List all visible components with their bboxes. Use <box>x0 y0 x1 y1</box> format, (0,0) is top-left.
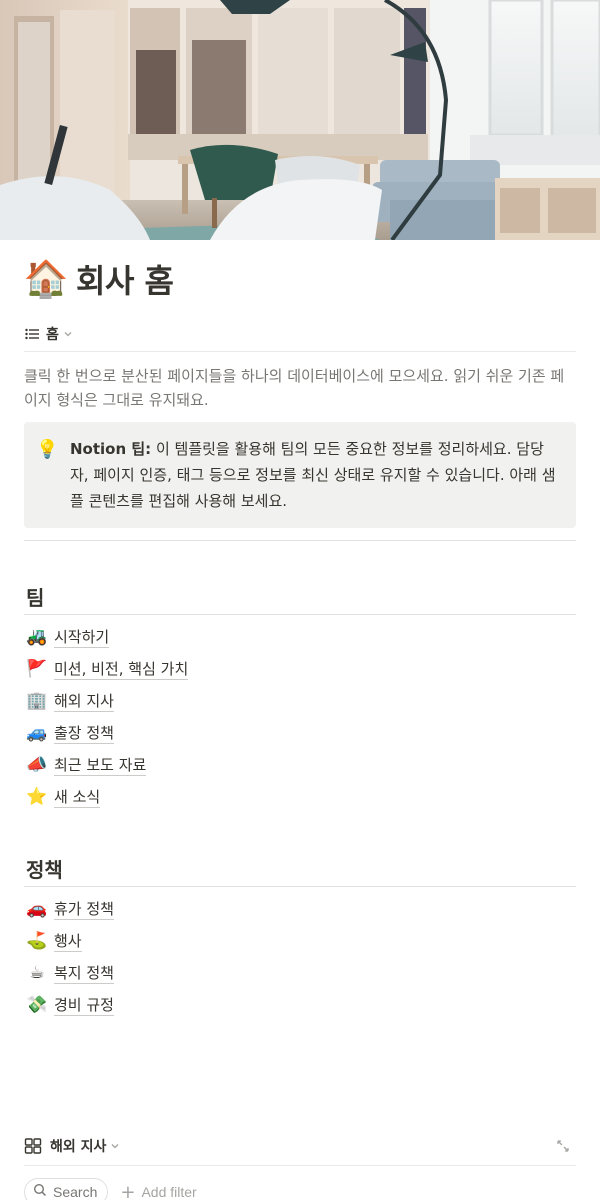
page-link-label[interactable]: 해외 지사 <box>54 691 114 712</box>
section-heading-team: 팀 <box>24 581 576 615</box>
page-title-row: 🏠 회사 홈 <box>24 256 576 302</box>
chevron-down-icon[interactable] <box>110 1141 120 1151</box>
chevron-down-icon[interactable] <box>63 329 73 339</box>
add-filter-button[interactable]: + Add filter <box>120 1182 196 1200</box>
tip-callout: 💡 Notion 팁: 이 템플릿을 활용해 팀의 모든 중요한 정보를 정리하… <box>24 422 576 528</box>
page-link-offices[interactable]: 🏢 해외 지사 <box>24 685 576 717</box>
divider <box>24 540 576 541</box>
page-link-label[interactable]: 시작하기 <box>54 627 110 648</box>
page-link-label[interactable]: 새 소식 <box>54 787 101 808</box>
expand-icon[interactable] <box>556 1139 570 1153</box>
page-title[interactable]: 회사 홈 <box>76 256 174 302</box>
page-link-label[interactable]: 최근 보도 자료 <box>54 755 147 776</box>
page-icon[interactable]: 🏠 <box>24 257 69 301</box>
search-icon <box>33 1183 47 1200</box>
page-link-label[interactable]: 미션, 비전, 핵심 가치 <box>54 659 189 680</box>
page-link-label[interactable]: 행사 <box>54 931 82 952</box>
view-tab-label[interactable]: 홈 <box>46 324 59 344</box>
page-link-news[interactable]: ⭐ 새 소식 <box>24 781 576 813</box>
add-filter-label: Add filter <box>141 1184 197 1200</box>
cover-image[interactable] <box>0 0 600 240</box>
database-view-label[interactable]: 해외 지사 <box>50 1136 106 1156</box>
page-description: 클릭 한 번으로 분산된 페이지들을 하나의 데이터베이스에 모으세요. 읽기 … <box>24 367 565 409</box>
page-link-getting-started[interactable]: 🚜 시작하기 <box>24 621 576 653</box>
gallery-grid-icon <box>24 1137 42 1155</box>
office-building-icon: 🏢 <box>26 691 48 710</box>
page-link-label[interactable]: 휴가 정책 <box>54 899 114 920</box>
page-link-travel-policy[interactable]: 🚙 출장 정책 <box>24 717 576 749</box>
database-toolbar: Search + Add filter <box>24 1177 576 1200</box>
page-body: 🏠 회사 홈 홈 클릭 한 번으로 분산된 페이지들을 하나의 데이터베이스에 … <box>24 240 576 1021</box>
search-button[interactable]: Search <box>24 1178 109 1200</box>
page-link-label[interactable]: 경비 규정 <box>54 995 114 1016</box>
page-link-label[interactable]: 출장 정책 <box>54 723 114 744</box>
search-label: Search <box>53 1184 98 1200</box>
page-link-events[interactable]: ⛳ 행사 <box>24 925 576 957</box>
car-icon: 🚗 <box>26 899 48 918</box>
view-tab-bar: 홈 <box>24 316 576 352</box>
callout-bold-label: Notion 팁: <box>70 440 152 458</box>
page-link-benefits[interactable]: ☕ 복지 정책 <box>24 957 576 989</box>
coffee-icon: ☕ <box>29 963 45 982</box>
page-link-label[interactable]: 복지 정책 <box>54 963 114 984</box>
database-view-header: 해외 지사 <box>24 1126 576 1166</box>
page-link-press[interactable]: 📣 최근 보도 자료 <box>24 749 576 781</box>
page-link-vacation[interactable]: 🚗 휴가 정책 <box>24 893 576 925</box>
policy-link-list: 🚗 휴가 정책 ⛳ 행사 ☕ 복지 정책 💸 경비 규정 <box>24 893 576 1021</box>
section-heading-policy: 정책 <box>24 853 576 887</box>
megaphone-icon: 📣 <box>26 755 48 774</box>
page-link-expenses[interactable]: 💸 경비 규정 <box>24 989 576 1021</box>
suv-icon: 🚙 <box>26 723 48 742</box>
office-interior-photo <box>0 0 600 240</box>
money-wings-icon: 💸 <box>26 995 48 1014</box>
flag-icon: 🚩 <box>26 659 48 678</box>
plus-icon: + <box>120 1181 136 1200</box>
lightbulb-icon: 💡 <box>36 439 59 459</box>
list-icon <box>24 326 40 342</box>
star-icon: ⭐ <box>26 787 48 806</box>
callout-text: Notion 팁: 이 템플릿을 활용해 팀의 모든 중요한 정보를 정리하세요… <box>70 436 560 514</box>
team-link-list: 🚜 시작하기 🚩 미션, 비전, 핵심 가치 🏢 해외 지사 🚙 출장 정책 📣… <box>24 621 576 813</box>
tractor-icon: 🚜 <box>26 627 48 646</box>
page-link-mission[interactable]: 🚩 미션, 비전, 핵심 가치 <box>24 653 576 685</box>
golf-flag-icon: ⛳ <box>26 931 48 950</box>
